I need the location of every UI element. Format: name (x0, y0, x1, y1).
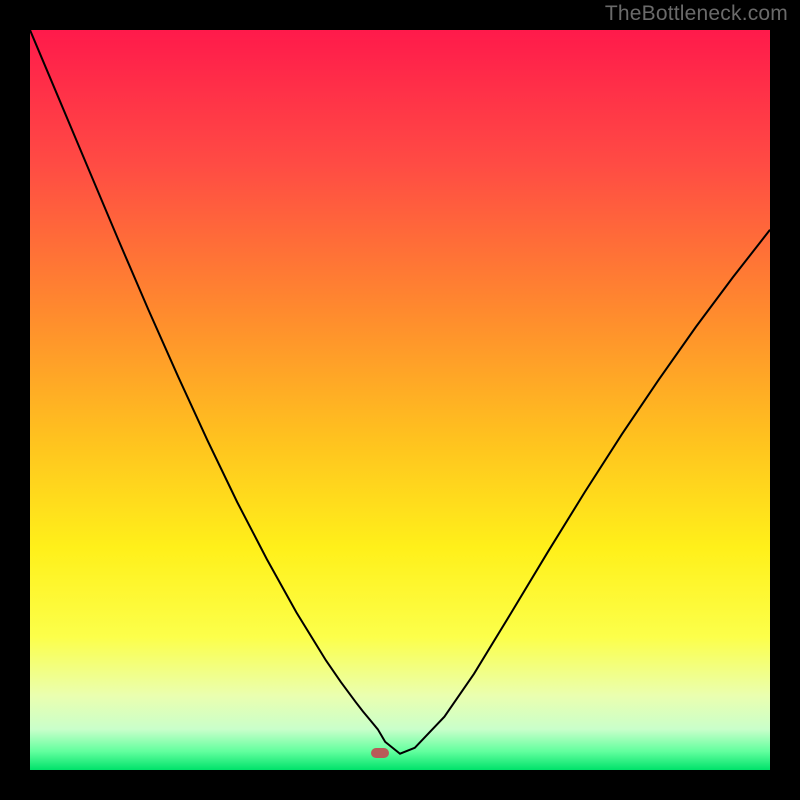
optimum-marker (371, 748, 389, 758)
watermark-text: TheBottleneck.com (605, 2, 788, 26)
chart-frame: TheBottleneck.com (0, 0, 800, 800)
plot-area (30, 30, 770, 770)
bottleneck-curve (30, 30, 770, 770)
